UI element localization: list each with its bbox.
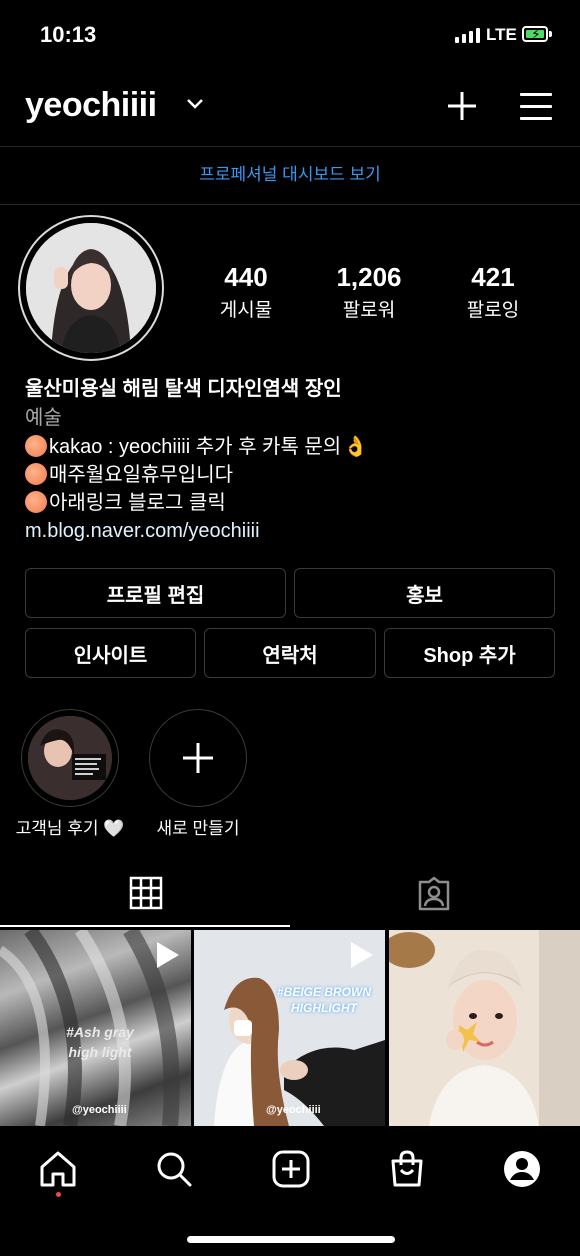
menu-icon[interactable] [520,93,552,121]
battery-tip [549,31,552,37]
stat-following-label: 팔로잉 [466,300,520,321]
network-type: LTE [486,25,517,44]
promote-button[interactable]: 홍보 [294,568,555,618]
avatar[interactable] [26,223,156,353]
bio-line-kakao-text: kakao : yeochiiii 추가 후 카톡 문의 [49,436,342,458]
bio-name: 울산미용실 해림 탈색 디자인염색 장인 [25,378,342,400]
bio-category: 예술 [25,407,62,429]
stat-posts[interactable]: 440 게시물 [186,262,306,322]
header-divider [0,146,580,147]
stat-followers-value: 1,206 [336,262,402,292]
battery-icon: ⚡ [522,26,548,42]
bio-line-kakao: kakao : yeochiiii 추가 후 카톡 문의 👌 [25,433,368,461]
bio-line-blog-text: 아래링크 블로그 클릭 [49,492,226,514]
peach-icon [25,435,47,457]
post-watermark: @yeochiiii [72,1104,127,1116]
stat-posts-label: 게시물 [219,300,273,321]
new-post-icon[interactable] [271,1149,311,1189]
insights-button[interactable]: 인사이트 [25,628,196,678]
bio-line-closed: 매주월요일휴무입니다 [25,461,233,489]
post-caption: #BEIGE BROWN HIGHLIGHT [276,985,371,1015]
contact-button[interactable]: 연락처 [204,628,376,678]
plus-icon[interactable] [446,90,478,122]
post-tile[interactable]: #Ash gray high light @yeochiiii [0,930,191,1126]
post-caption: #Ash gray high light [66,1024,134,1060]
peach-icon [25,491,47,513]
highlight-reviews-label[interactable]: 고객님 후기 🤍 [0,814,140,839]
edit-profile-button[interactable]: 프로필 편집 [25,568,286,618]
active-tab-indicator [0,925,290,927]
bio-line-blog: 아래링크 블로그 클릭 [25,489,226,517]
chevron-down-icon[interactable] [186,93,204,116]
bio-line-closed-text: 매주월요일휴무입니다 [49,464,233,486]
play-icon [157,942,179,968]
home-activity-dot [56,1192,61,1197]
tagged-icon[interactable] [416,876,452,912]
grid-icon[interactable] [129,876,163,910]
status-time: 10:13 [40,22,97,47]
stat-following-value: 421 [471,262,515,292]
stat-followers[interactable]: 1,206 팔로워 [309,262,429,322]
home-icon[interactable] [38,1149,78,1189]
shop-icon[interactable] [387,1149,427,1189]
search-icon[interactable] [154,1149,194,1189]
signal-icon [455,28,480,43]
play-icon [351,942,373,968]
highlight-reviews-cover[interactable] [28,716,112,800]
post-tile[interactable]: #BEIGE BROWN HIGHLIGHT @yeochiiii [194,930,385,1126]
new-highlight-button[interactable] [149,709,247,807]
add-shop-button[interactable]: Shop 추가 [384,628,555,678]
stat-following[interactable]: 421 팔로잉 [433,262,553,322]
stat-followers-label: 팔로워 [342,300,396,321]
stat-posts-value: 440 [224,262,268,292]
post-watermark: @yeochiiii [266,1104,321,1116]
profile-icon[interactable] [502,1149,542,1189]
peach-icon [25,463,47,485]
bio-link[interactable]: m.blog.naver.com/yeochiiii [25,517,260,545]
home-indicator [187,1236,395,1243]
post-tile[interactable] [389,930,580,1126]
dashboard-divider [0,204,580,205]
profile-username[interactable]: yeochiiii [25,86,157,125]
ok-hand-icon: 👌 [343,436,369,458]
professional-dashboard-link[interactable]: 프로페셔널 대시보드 보기 [0,160,580,185]
highlight-new-label[interactable]: 새로 만들기 [128,814,268,839]
plus-icon [183,743,213,773]
